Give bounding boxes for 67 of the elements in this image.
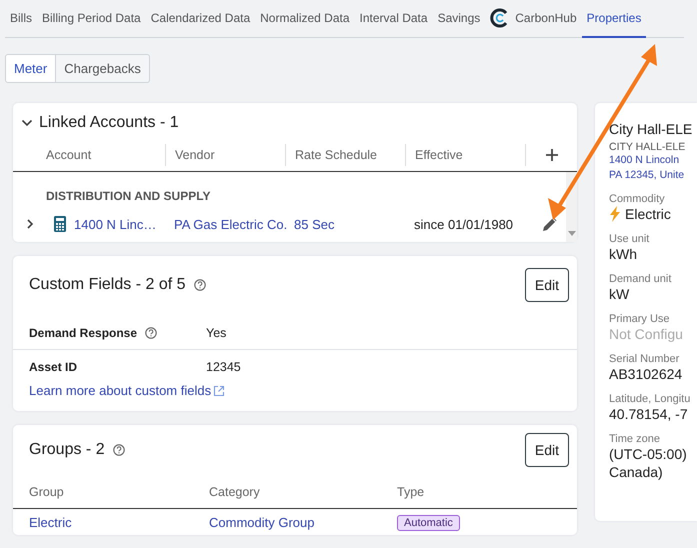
edit-button[interactable] [542,216,558,232]
column-header: Effective [405,144,525,166]
meter-name: City Hall-ELE [609,121,694,137]
column-header: Group [29,484,65,498]
column-header: Category [209,484,261,498]
add-button[interactable] [544,148,558,162]
caret-down-icon [568,231,576,236]
property-value: Electric [625,205,671,223]
nav-tab[interactable]: Billing Period Data [37,0,146,38]
calculator-icon [54,216,66,232]
nav-tab[interactable]: Savings [432,0,486,38]
chevron-right-icon [24,219,34,229]
property-label: Commodity [609,193,666,205]
field-value: Yes [206,326,228,340]
section-heading: DISTRIBUTION AND SUPPLY [45,188,212,205]
edit-button[interactable]: Edit [524,433,569,467]
rate-schedule-link[interactable]: 85 Sec [294,216,334,232]
lightning-icon [609,206,621,222]
nav-tab[interactable]: Properties [582,0,646,38]
plus-icon [544,148,558,162]
property-label: Latitude, Longitu [609,393,692,405]
nav-tab[interactable]: Interval Data [354,0,433,38]
property-value: kW [609,285,630,303]
property-value: (UTC-05:00) [609,445,688,463]
property-label: Time zone [609,433,661,445]
help-link[interactable]: Learn more about custom fields [29,383,212,398]
meter-code: CITY HALL-ELE [609,141,686,153]
effective-date: since 01/01/1980 [413,216,514,232]
help-icon [112,444,125,456]
property-value: AB3102624 [609,365,684,383]
column-header: Vendor [165,144,285,166]
collapse-button[interactable] [21,117,33,129]
column-header: Rate Schedule [285,144,405,166]
sub-tab[interactable]: Meter [5,54,56,83]
pencil-icon [542,216,558,232]
card-title: Custom Fields - 2 of 5 [29,276,186,294]
category-link[interactable]: Commodity Group [209,514,314,530]
account-link[interactable]: 1400 N Linc… [74,216,156,232]
nav-tab[interactable]: Calendarized Data [146,0,256,38]
property-value: kWh [609,245,638,263]
field-value: 12345 [206,360,242,374]
property-label: Use unit [609,233,650,245]
help-icon [194,279,206,291]
chevron-down-icon [21,117,33,129]
edit-button[interactable]: Edit [524,268,569,302]
field-label: Demand Response [29,326,138,340]
nav-tab[interactable]: Bills [5,0,38,38]
card-title: Linked Accounts - 1 [39,114,179,132]
property-label: Serial Number [609,353,680,365]
property-value: Not Configu [609,325,684,343]
nav-tab[interactable]: Normalized Data [255,0,355,38]
group-link[interactable]: Electric [29,514,72,530]
vendor-link[interactable]: PA Gas Electric Co. [174,216,288,232]
property-value: 40.78154, -7 [609,405,689,423]
external-link-icon [213,384,226,396]
column-header: Account [46,146,92,164]
field-label: Asset ID [29,360,78,374]
column-header: Type [397,484,426,498]
type-badge: Automatic [397,514,460,530]
sub-tab[interactable]: Chargebacks [56,54,150,83]
address-line: 1400 N Lincoln [609,153,680,168]
property-label: Primary Use [609,313,671,325]
card-title: Groups - 2 [29,441,105,459]
property-value: Canada) [609,463,664,481]
address-line: PA 12345, Unite [609,168,686,183]
nav-tab[interactable]: CarbonHub [485,0,582,38]
property-label: Demand unit [609,273,672,285]
